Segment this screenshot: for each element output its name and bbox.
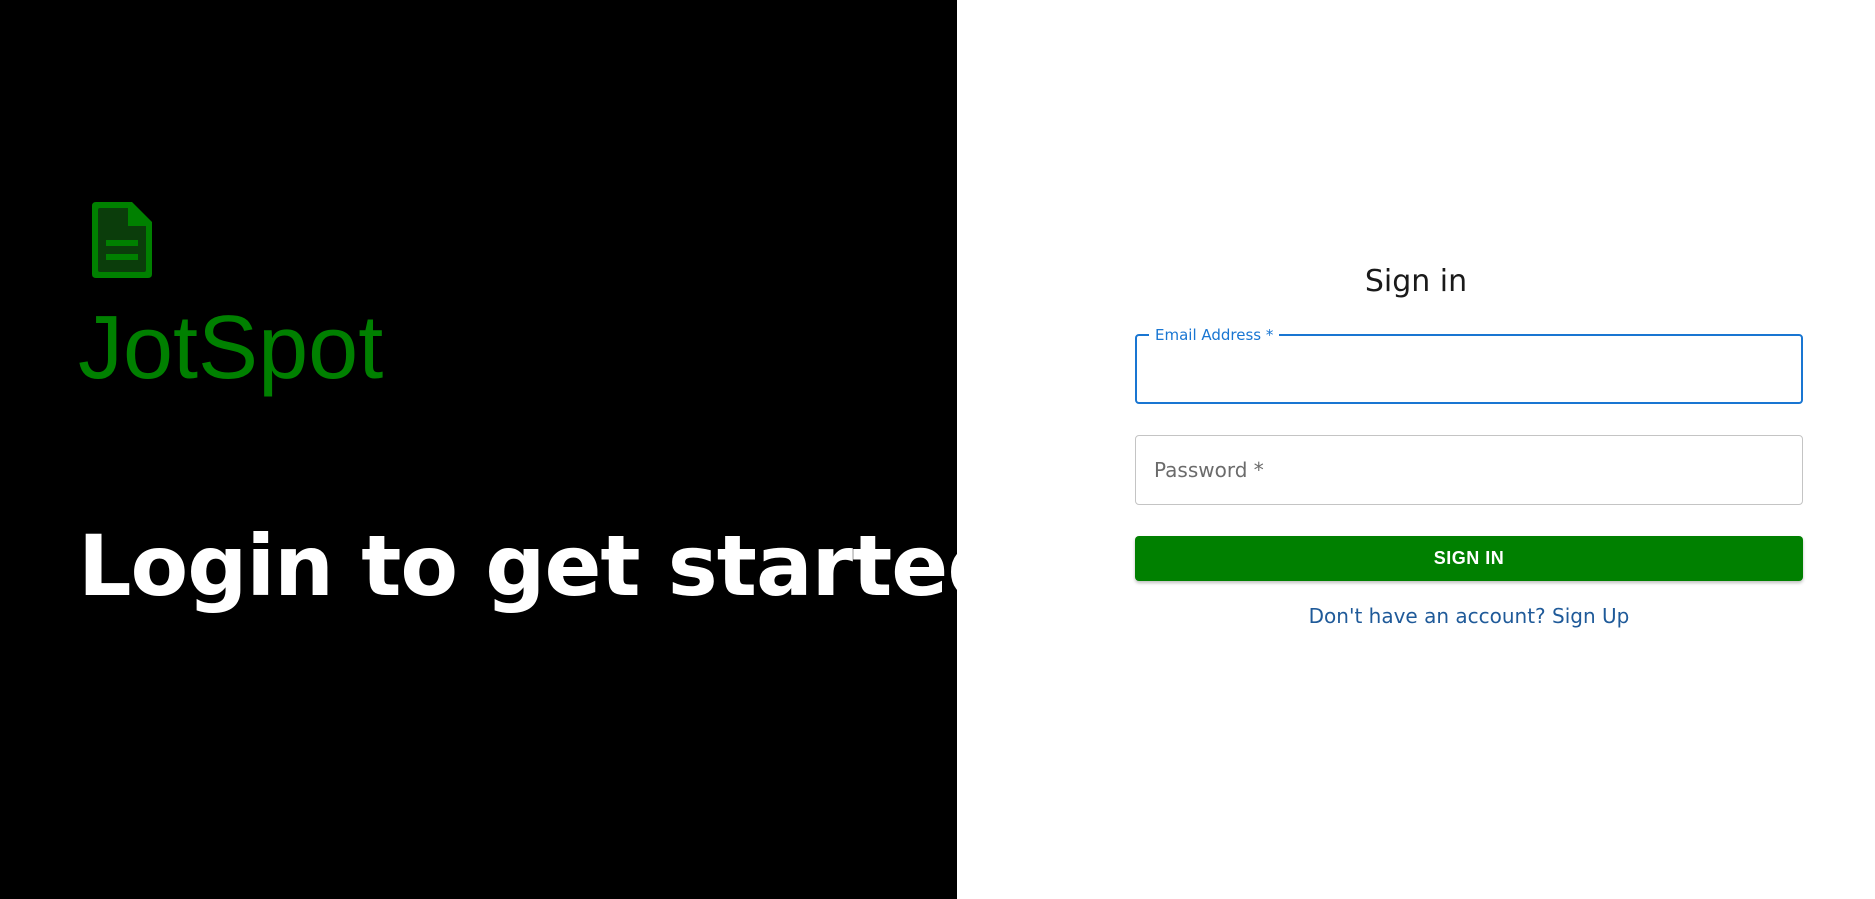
signin-form: Email Address * Password * SIGN IN Don't… bbox=[1135, 326, 1803, 628]
signin-title: Sign in bbox=[1364, 264, 1468, 299]
signup-link[interactable]: Don't have an account? Sign Up bbox=[1135, 604, 1803, 628]
hero-tagline: Login to get started bbox=[78, 517, 1007, 615]
password-input[interactable] bbox=[1136, 436, 1802, 504]
document-icon bbox=[92, 202, 152, 278]
email-input[interactable] bbox=[1137, 336, 1801, 402]
signin-panel: Sign in Email Address * Password * SIGN … bbox=[957, 0, 1875, 899]
password-field: Password * bbox=[1135, 435, 1803, 505]
email-field: Email Address * bbox=[1135, 326, 1803, 404]
signin-button[interactable]: SIGN IN bbox=[1135, 536, 1803, 581]
brand-panel: JotSpot Login to get started bbox=[0, 0, 1007, 899]
login-page: JotSpot Login to get started Sign in Ema… bbox=[0, 0, 1875, 899]
brand-name: JotSpot bbox=[78, 298, 384, 398]
